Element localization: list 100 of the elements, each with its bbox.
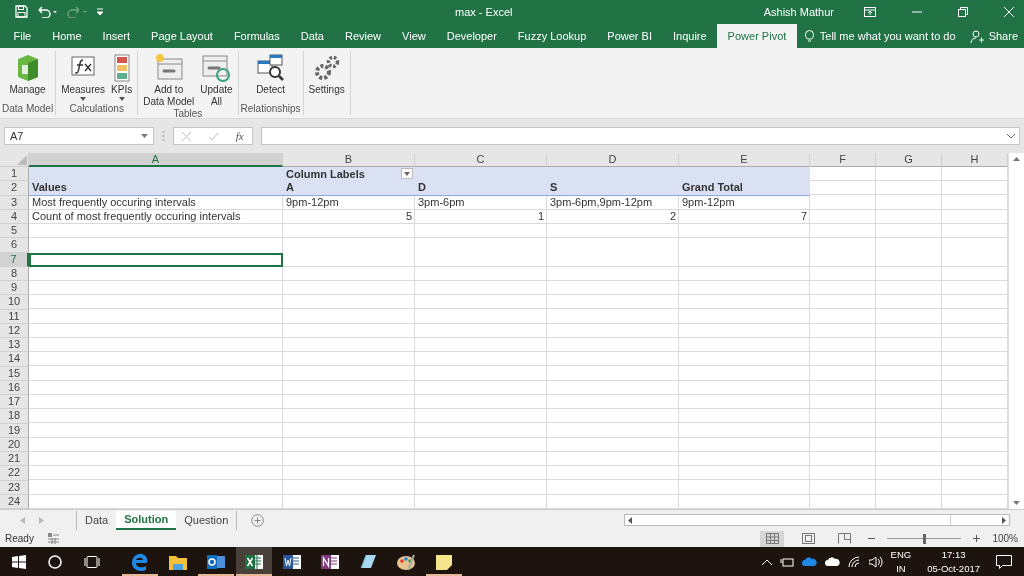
search-icon[interactable] [48,554,62,569]
start-icon[interactable] [12,554,26,569]
window-search-icon [255,53,286,83]
caret-icon [118,97,125,101]
insert-function-button[interactable]: fx [235,130,244,142]
normal-view-button[interactable] [760,530,785,547]
column-header[interactable]: H [942,153,1008,167]
column-header[interactable]: D [547,153,679,167]
row-header[interactable]: 17 [0,395,29,410]
row-header[interactable]: 2 [0,181,29,196]
app-icon [358,552,378,571]
ribbon-button[interactable]: Measures [58,53,109,103]
table-cell: D [415,181,547,196]
cloud-icon[interactable] [824,557,840,566]
table-cell-text: 7 [799,209,808,224]
horizontal-scrollbar[interactable] [624,514,1011,526]
table-cell: S [547,181,679,196]
sheet-tab[interactable]: Question [176,510,237,530]
active-cell[interactable] [29,252,283,267]
ribbon-tab[interactable]: Insert [92,24,141,48]
row-header[interactable]: 14 [0,352,29,367]
ribbon-tab[interactable]: File [3,24,42,48]
taskbar-button[interactable] [236,547,272,576]
close-icon[interactable] [1004,6,1014,17]
window-title: max - Excel [455,5,513,18]
row-header[interactable]: 22 [0,466,29,481]
task-view-icon[interactable] [84,555,100,568]
triangle-icon [17,155,27,165]
ribbon-button[interactable]: Add to Data Model [140,53,198,108]
ribbon-tab[interactable]: Review [334,24,392,48]
ribbon-button[interactable]: Manage [6,53,49,103]
mail-app-icon [206,552,226,571]
column-header[interactable]: E [679,153,810,167]
column-header[interactable]: G [876,153,942,167]
scroll-right-icon[interactable] [1002,516,1007,524]
group-label: Tables [173,108,203,120]
row-header[interactable]: 13 [0,338,29,353]
group-label: Relationships [240,103,301,115]
scroll-left-icon[interactable] [628,516,633,524]
row-header[interactable]: 5 [0,224,29,239]
macro-record-icon[interactable] [47,533,59,544]
row-header[interactable]: 1 [0,167,29,182]
ribbon-tab[interactable]: Home [41,24,93,48]
ribbon-tab[interactable]: Inquire [662,24,718,48]
row-header[interactable]: 10 [0,295,29,310]
add-sheet-icon[interactable] [251,513,265,527]
column-header[interactable]: B [283,153,415,167]
browser-app-icon [130,552,150,571]
formula-input[interactable] [261,127,1020,145]
restore-icon[interactable] [958,6,968,17]
clock[interactable]: 17:13 05-Oct-2017 [927,547,980,576]
filter-dropdown-button[interactable] [401,168,413,179]
share-button[interactable]: Share [988,30,1018,42]
user-name[interactable]: Ashish Mathur [763,5,834,18]
ribbon-tab[interactable]: Power Pivot [717,24,797,48]
power-plug-icon[interactable] [779,556,794,567]
scroll-up-icon[interactable] [1013,157,1020,161]
zoom-in-icon[interactable] [973,535,981,542]
customize-caret-icon[interactable] [96,6,104,17]
input-language[interactable]: ENG IN [890,547,912,576]
ribbon-tab[interactable]: View [391,24,437,48]
ribbon-button[interactable]: Detect [252,53,289,103]
expand-icon[interactable] [1007,133,1015,139]
undo-icon[interactable] [36,5,58,18]
ribbon-tab[interactable]: Fuzzy Lookup [507,24,597,48]
ribbon-button[interactable]: Update All [197,53,236,108]
row-header[interactable]: 9 [0,281,29,296]
scroll-down-icon[interactable] [1013,501,1020,505]
zoom-slider-thumb[interactable] [923,533,927,544]
column-header[interactable]: A [29,153,283,167]
ribbon-button[interactable]: KPIs [108,53,136,103]
ribbon-tab[interactable]: Formulas [223,24,291,48]
name-box[interactable]: A7 [4,127,154,145]
ribbon-display-icon[interactable] [864,6,876,17]
sheet-tab[interactable]: Solution [116,510,177,530]
table-cell-text: 3pm-6pm [417,195,466,210]
ribbon-tab[interactable]: Power BI [596,24,663,48]
row-header[interactable]: 21 [0,452,29,467]
row-header[interactable]: 18 [0,409,29,424]
save-icon[interactable] [15,5,28,18]
check-icon[interactable] [208,131,219,141]
table-refresh-icon [201,53,232,83]
sticky-note-app-icon [434,552,454,571]
zoom-out-icon[interactable] [868,535,876,542]
volume-icon[interactable] [868,555,883,568]
ribbon-tab[interactable]: Developer [436,24,508,48]
drag-handle-icon[interactable] [162,130,165,142]
column-header[interactable]: F [810,153,876,167]
row-header[interactable]: 6 [0,238,29,253]
tell-me-field[interactable]: Tell me what you want to do [819,30,956,42]
chevron-up-icon[interactable] [761,558,772,565]
wifi-icon[interactable] [847,555,861,568]
ribbon-button[interactable]: Settings [305,53,348,115]
notification-icon[interactable] [996,554,1012,569]
sheet-tab[interactable]: Data [77,510,117,530]
ribbon-tab[interactable]: Page Layout [140,24,224,48]
zoom-level[interactable]: 100% [992,533,1018,544]
ribbon-tab[interactable]: Data [290,24,335,48]
table-cell: A [283,181,415,196]
column-header[interactable]: C [415,153,547,167]
